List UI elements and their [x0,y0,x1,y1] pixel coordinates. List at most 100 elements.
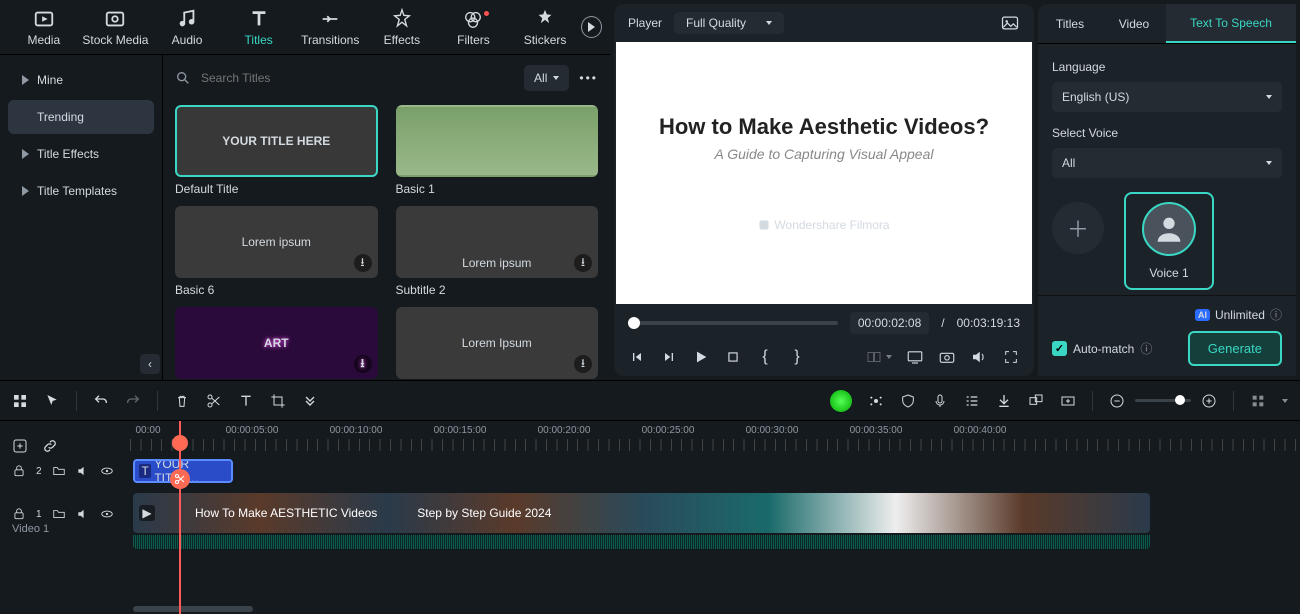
video-preview[interactable]: How to Make Aesthetic Videos? A Guide to… [616,42,1032,304]
zoom-out-icon[interactable] [1109,393,1125,409]
title-card[interactable]: Lorem Ipsum⭳ [396,307,599,379]
stop-button[interactable] [724,348,742,366]
generate-button[interactable]: Generate [1188,331,1282,366]
mic-icon[interactable] [932,393,948,409]
add-track-icon[interactable] [12,438,28,454]
tool-filters[interactable]: Filters [438,8,510,47]
download-icon[interactable]: ⭳ [354,254,372,272]
auto-match-checkbox[interactable]: ✓Auto-matchⓘ [1052,340,1152,357]
ai-assistant-icon[interactable] [830,390,852,412]
track-header-video[interactable]: 1 Video 1 [0,491,130,551]
select-voice-label: Select Voice [1052,126,1282,140]
cursor-tool-icon[interactable] [44,393,60,409]
total-time: 00:03:19:13 [957,316,1020,330]
tool-stickers[interactable]: Stickers [509,8,581,47]
delete-icon[interactable] [174,393,190,409]
cat-title-effects[interactable]: Title Effects [8,137,154,171]
visibility-icon[interactable] [100,507,114,521]
group-icon[interactable] [1028,393,1044,409]
mute-icon[interactable] [76,507,90,521]
language-select[interactable]: English (US) [1052,82,1282,112]
titles-grid: YOUR TITLE HERE Default Title Basic 1 Lo… [163,101,610,380]
lock-icon[interactable] [12,507,26,521]
toolbar-overflow[interactable] [581,16,602,38]
sparkle-icon[interactable] [868,393,884,409]
tab-tts[interactable]: Text To Speech [1166,4,1296,43]
time-ruler[interactable]: 00:00 00:00:05:00 00:00:10:00 00:00:15:0… [130,421,1300,451]
title-track[interactable]: T YOUR TITLE… [130,451,1300,491]
selected-voice[interactable]: Voice 1 [1124,192,1214,290]
download-icon[interactable]: ⭳ [574,355,592,373]
help-icon[interactable]: ⓘ [1140,340,1152,357]
video-clip[interactable]: ▶ How To Make AESTHETIC Videos Step by S… [133,493,1150,533]
more-tools-icon[interactable] [302,393,318,409]
shield-icon[interactable] [900,393,916,409]
horizontal-scrollbar[interactable] [133,606,253,612]
scissors-icon[interactable] [170,469,190,489]
aspect-icon[interactable] [1060,393,1076,409]
cat-trending[interactable]: Trending [8,100,154,134]
mark-in[interactable]: { [756,348,774,366]
mark-out[interactable]: } [788,348,806,366]
more-options[interactable]: ••• [579,71,598,85]
prev-frame[interactable] [628,348,646,366]
filter-select[interactable]: All [524,65,569,91]
layout-mode[interactable] [866,349,892,365]
fullscreen-icon[interactable] [1002,348,1020,366]
text-tool-icon[interactable] [238,393,254,409]
quality-select[interactable]: Full Quality [674,12,784,34]
video-track[interactable]: ▶ How To Make AESTHETIC Videos Step by S… [130,491,1300,551]
timeline-tracks[interactable]: 00:00 00:00:05:00 00:00:10:00 00:00:15:0… [130,421,1300,614]
list-icon[interactable] [964,393,980,409]
title-card[interactable]: ART⭳ [175,307,378,379]
collapse-sidebar[interactable]: ‹ [140,354,160,374]
tool-effects[interactable]: Effects [366,8,438,47]
tool-transitions[interactable]: Transitions [294,8,366,47]
marker-icon[interactable] [996,393,1012,409]
crop-icon[interactable] [270,393,286,409]
view-mode-icon[interactable] [1250,393,1266,409]
playhead[interactable] [179,421,181,614]
search-input[interactable] [199,70,514,86]
folder-icon[interactable] [52,507,66,521]
play-button[interactable] [692,348,710,366]
mute-icon[interactable] [76,464,90,478]
redo-icon[interactable] [125,393,141,409]
tool-titles[interactable]: Titles [223,8,295,47]
tool-media[interactable]: Media [8,8,80,47]
download-icon[interactable]: ⭳ [354,355,372,373]
tool-stock-media[interactable]: Stock Media [80,8,152,47]
title-card[interactable]: Basic 1 [396,105,599,196]
visibility-icon[interactable] [100,464,114,478]
cat-title-templates[interactable]: Title Templates [8,174,154,208]
title-card[interactable]: Lorem ipsum⭳ Subtitle 2 [396,206,599,297]
title-card[interactable]: Lorem ipsum⭳ Basic 6 [175,206,378,297]
tab-video[interactable]: Video [1102,4,1166,43]
tab-titles[interactable]: Titles [1038,4,1102,43]
split-icon[interactable] [206,393,222,409]
lock-icon[interactable] [12,464,26,478]
zoom-in-icon[interactable] [1201,393,1217,409]
grid-icon[interactable] [12,393,28,409]
search-icon [175,70,191,86]
display-icon[interactable] [906,348,924,366]
snapshot-gallery-icon[interactable] [1000,13,1020,33]
scrub-slider[interactable] [628,321,838,325]
zoom-slider[interactable] [1135,399,1191,402]
tool-audio[interactable]: Audio [151,8,223,47]
add-voice-button[interactable]: ＋ [1052,202,1104,254]
snapshot-icon[interactable] [938,348,956,366]
voice-filter-select[interactable]: All [1052,148,1282,178]
cat-mine[interactable]: Mine [8,63,154,97]
volume-icon[interactable] [970,348,988,366]
track-header-title[interactable]: 2 [0,451,130,491]
next-frame[interactable] [660,348,678,366]
title-card[interactable]: YOUR TITLE HERE Default Title [175,105,378,196]
undo-icon[interactable] [93,393,109,409]
help-icon[interactable]: ⓘ [1270,306,1282,323]
download-icon[interactable]: ⭳ [574,254,592,272]
link-clips-icon[interactable] [42,438,58,454]
track-count: 2 [36,466,42,477]
view-mode-dd[interactable] [1282,399,1288,403]
folder-icon[interactable] [52,464,66,478]
